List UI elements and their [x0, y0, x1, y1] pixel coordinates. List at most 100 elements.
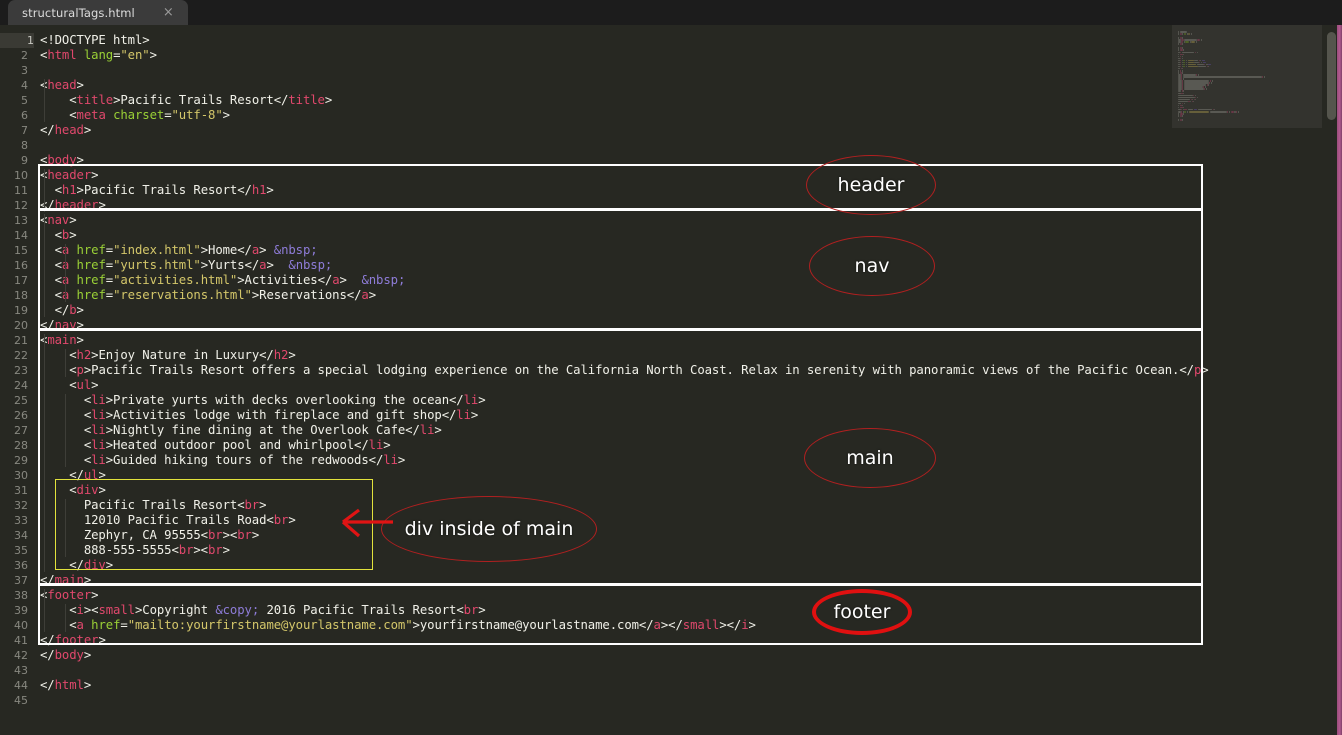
line-number: 45 [0, 693, 28, 708]
code-token-txt: ></ [719, 618, 741, 632]
code-token-tag: main [55, 573, 84, 587]
code-line[interactable]: </html> [40, 678, 91, 693]
code-line[interactable]: </b> [40, 303, 84, 318]
code-line[interactable]: <b> [40, 228, 77, 243]
code-line[interactable]: <ul> [40, 378, 98, 393]
line-number: 1 [0, 33, 34, 48]
line-number: 10 [0, 168, 28, 183]
code-line[interactable]: <a href="reservations.html">Reservations… [40, 288, 376, 303]
code-line[interactable]: </div> [40, 558, 113, 573]
code-token-txt: = [164, 108, 171, 122]
code-line[interactable]: <li>Guided hiking tours of the redwoods<… [40, 453, 405, 468]
code-line[interactable]: Zephyr, CA 95555<br><br> [40, 528, 259, 543]
close-icon[interactable]: × [163, 6, 174, 19]
line-number: 18 [0, 288, 28, 303]
code-line[interactable]: <i><small>Copyright &copy; 2016 Pacific … [40, 603, 486, 618]
code-token-txt: > [84, 573, 91, 587]
code-token-tag: a [332, 273, 339, 287]
line-number: 23 [0, 363, 28, 378]
code-line[interactable]: 888-555-5555<br><br> [40, 543, 230, 558]
code-line[interactable]: <head> [40, 78, 84, 93]
code-token-tag: header [47, 168, 91, 182]
code-token-tag: html [47, 48, 76, 62]
code-token-txt: >Pacific Trails Resort</ [77, 183, 252, 197]
code-line[interactable]: Pacific Trails Resort<br> [40, 498, 266, 513]
code-line[interactable]: </head> [40, 123, 91, 138]
code-line[interactable]: <p>Pacific Trails Resort offers a specia… [40, 363, 1209, 378]
code-line[interactable]: <li>Heated outdoor pool and whirlpool</l… [40, 438, 391, 453]
code-token-attr: href [77, 243, 106, 257]
code-token-txt [77, 48, 84, 62]
code-line[interactable]: <h1>Pacific Trails Resort</h1> [40, 183, 274, 198]
code-line[interactable]: </body> [40, 648, 91, 663]
code-line[interactable]: <a href="yurts.html">Yurts</a> &nbsp; [40, 258, 332, 273]
code-token-txt [69, 243, 76, 257]
code-token-txt: > [69, 213, 76, 227]
code-token-tag: header [55, 198, 99, 212]
code-line[interactable]: <!DOCTYPE html> [40, 33, 150, 48]
code-line[interactable]: <h2>Enjoy Nature in Luxury</h2> [40, 348, 296, 363]
line-number: 29 [0, 453, 28, 468]
code-token-txt: > [98, 468, 105, 482]
code-token-tag: br [208, 543, 223, 557]
code-token-txt: </ [40, 648, 55, 662]
code-token-txt: = [106, 273, 113, 287]
code-line[interactable]: <li>Private yurts with decks overlooking… [40, 393, 486, 408]
tab-structuraltags-html[interactable]: structuralTags.html × [8, 0, 188, 25]
line-number: 44 [0, 678, 28, 693]
minimap-viewport-slider[interactable] [1172, 25, 1322, 128]
code-token-txt: >Nightly fine dining at the Overlook Caf… [106, 423, 420, 437]
code-line[interactable]: <html lang="en"> [40, 48, 157, 63]
code-line[interactable]: </main> [40, 573, 91, 588]
code-line[interactable]: <footer> [40, 588, 98, 603]
indent-guide [44, 589, 45, 632]
line-number: 16 [0, 258, 28, 273]
code-token-txt: > [398, 453, 405, 467]
code-token-tag: b [69, 303, 76, 317]
code-token-tag: html [55, 678, 84, 692]
vertical-scrollbar-thumb[interactable] [1327, 32, 1336, 120]
code-token-txt: > [383, 438, 390, 452]
code-line[interactable]: <nav> [40, 213, 77, 228]
code-token-txt: 888-555-5555< [40, 543, 179, 557]
code-token-val: "reservations.html" [113, 288, 252, 302]
code-token-tag: div [77, 483, 99, 497]
code-line[interactable]: </nav> [40, 318, 84, 333]
code-token-tag: li [91, 453, 106, 467]
code-token-ent: &copy; [215, 603, 259, 617]
code-line[interactable]: <a href="mailto:yourfirstname@yourlastna… [40, 618, 756, 633]
code-token-tag: nav [47, 213, 69, 227]
code-token-ent: &nbsp; [274, 243, 318, 257]
code-token-txt: < [40, 363, 77, 377]
code-line[interactable]: <a href="index.html">Home</a> &nbsp; [40, 243, 318, 258]
code-token-tag: br [208, 528, 223, 542]
code-line[interactable]: <body> [40, 153, 84, 168]
code-token-txt: > [98, 483, 105, 497]
code-line[interactable]: <main> [40, 333, 84, 348]
code-line[interactable]: <li>Nightly fine dining at the Overlook … [40, 423, 442, 438]
code-token-txt: </ [40, 573, 55, 587]
code-token-txt: > [478, 393, 485, 407]
code-token-txt: < [40, 378, 77, 392]
arrow-left-icon [333, 507, 395, 541]
code-line[interactable]: <title>Pacific Trails Resort</title> [40, 93, 332, 108]
code-line[interactable]: <li>Activities lodge with fireplace and … [40, 408, 478, 423]
callout-nav: nav [809, 236, 935, 296]
code-line[interactable]: 12010 Pacific Trails Road<br> [40, 513, 296, 528]
code-token-ent: &nbsp; [361, 273, 405, 287]
code-line[interactable]: <div> [40, 483, 106, 498]
line-number: 27 [0, 423, 28, 438]
code-token-txt: >< [193, 543, 208, 557]
callout-label: footer [834, 601, 891, 623]
code-line[interactable]: </footer> [40, 633, 106, 648]
code-line[interactable]: </header> [40, 198, 106, 213]
code-line[interactable]: <a href="activities.html">Activities</a>… [40, 273, 405, 288]
editor-area[interactable]: 1234567891011121314151617181920212223242… [0, 25, 1342, 735]
code-line[interactable]: <meta charset="utf-8"> [40, 108, 230, 123]
code-line[interactable]: </ul> [40, 468, 106, 483]
code-content[interactable]: <!DOCTYPE html><html lang="en"> <head> <t… [40, 25, 1300, 735]
code-token-tag: footer [55, 633, 99, 647]
vertical-scrollbar-track[interactable] [1326, 25, 1337, 735]
code-line[interactable]: <header> [40, 168, 98, 183]
line-number: 21 [0, 333, 28, 348]
